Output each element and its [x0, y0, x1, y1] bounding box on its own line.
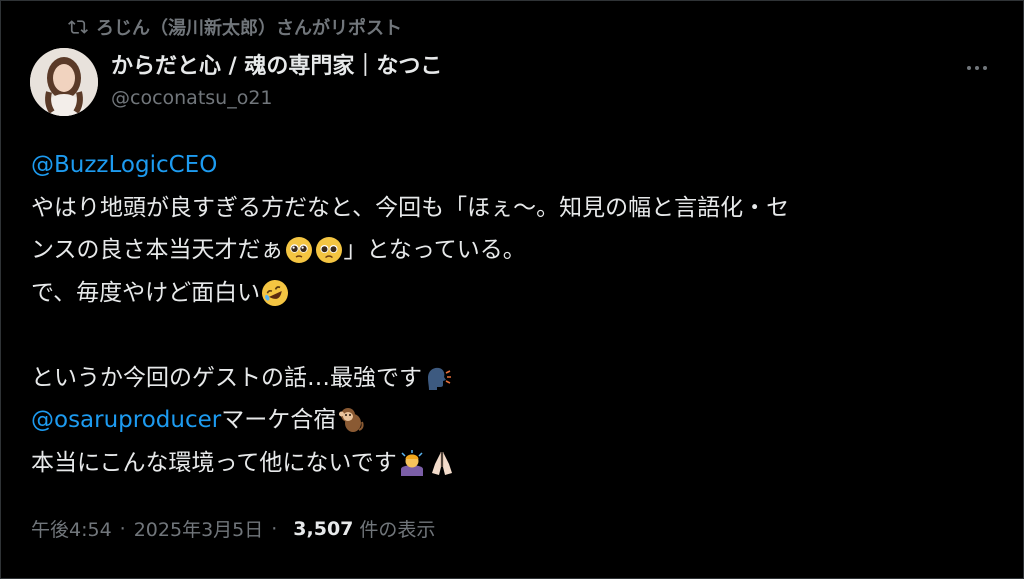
tweet-line: やはり地頭が良すぎる方だなと、今回も「ほぇ〜。知見の幅と言語化・セ	[31, 187, 991, 230]
more-icon-dot	[967, 66, 971, 70]
tweet-text-segment: 」となっている。	[343, 237, 526, 263]
tweet-text-segment: 本当にこんな環境って他にないです	[31, 449, 397, 476]
mention-link[interactable]: @osaruproducer	[31, 399, 221, 442]
folded-hands-emoji	[431, 451, 452, 475]
repost-icon	[68, 20, 88, 34]
tweet-line: で、毎度やけど面白い	[31, 272, 991, 315]
tweet-line: @BuzzLogicCEO	[31, 144, 991, 187]
view-count[interactable]: 3,507	[293, 518, 353, 540]
speaking-head-emoji	[428, 367, 451, 390]
monkey-emoji	[339, 408, 364, 433]
pleading-face-emoji	[285, 237, 312, 264]
author-display-name[interactable]: からだと心 / 魂の専門家｜なつこ	[111, 52, 442, 82]
tweet-text-segment: で、毎度やけど面白い	[31, 279, 261, 306]
author-block[interactable]: からだと心 / 魂の専門家｜なつこ @coconatsu_o21	[111, 52, 442, 112]
tweet-date[interactable]: 2025年3月5日	[134, 515, 264, 542]
view-count-label: 件の表示	[359, 519, 436, 541]
avatar-image	[30, 48, 98, 116]
tweet-meta: 午後4:54 · 2025年3月5日 · 3,507 件の表示	[31, 515, 435, 542]
more-button[interactable]	[961, 58, 993, 78]
avatar[interactable]	[30, 48, 98, 116]
tweet-text-segment: やはり地頭が良すぎる方だなと、今回も「ほぇ〜。知見の幅と言語化・セ	[31, 194, 790, 221]
pleading-face-emoji	[315, 237, 342, 264]
rofl-emoji	[262, 279, 289, 306]
tweet-line: ンスの良さ本当天才だぁ 」となっている。	[31, 229, 991, 272]
tweet-timestamp[interactable]: 午後4:54	[31, 515, 112, 542]
bowing-person-emoji	[400, 449, 423, 476]
more-icon-dot	[975, 66, 979, 70]
tweet-text-segment: というか今回のゲストの話…最強です	[31, 364, 422, 391]
more-icon-dot	[983, 66, 987, 70]
tweet-text-segment: ンスの良さ本当天才だぁ	[31, 237, 284, 263]
tweet-line: @osaruproducer マーケ合宿	[31, 399, 991, 442]
repost-label: ろじん（湯川新太郎）さんがリポスト	[96, 18, 402, 39]
tweet-line: というか今回のゲストの話…最強です	[31, 357, 991, 400]
meta-separator: ·	[271, 517, 278, 540]
tweet-line: 本当にこんな環境って他にないです	[31, 442, 991, 485]
author-handle[interactable]: @coconatsu_o21	[111, 84, 442, 112]
mention-link[interactable]: @BuzzLogicCEO	[31, 144, 217, 187]
repost-indicator[interactable]: ろじん（湯川新太郎）さんがリポスト	[68, 14, 402, 40]
tweet-text-segment: マーケ合宿	[221, 407, 337, 433]
tweet-text: @BuzzLogicCEO やはり地頭が良すぎる方だなと、今回も「ほぇ〜。知見の…	[31, 144, 991, 484]
tweet-card[interactable]: ろじん（湯川新太郎）さんがリポスト からだと心 / 魂の専門家｜なつこ @coc…	[0, 0, 1024, 579]
meta-separator: ·	[119, 517, 126, 540]
